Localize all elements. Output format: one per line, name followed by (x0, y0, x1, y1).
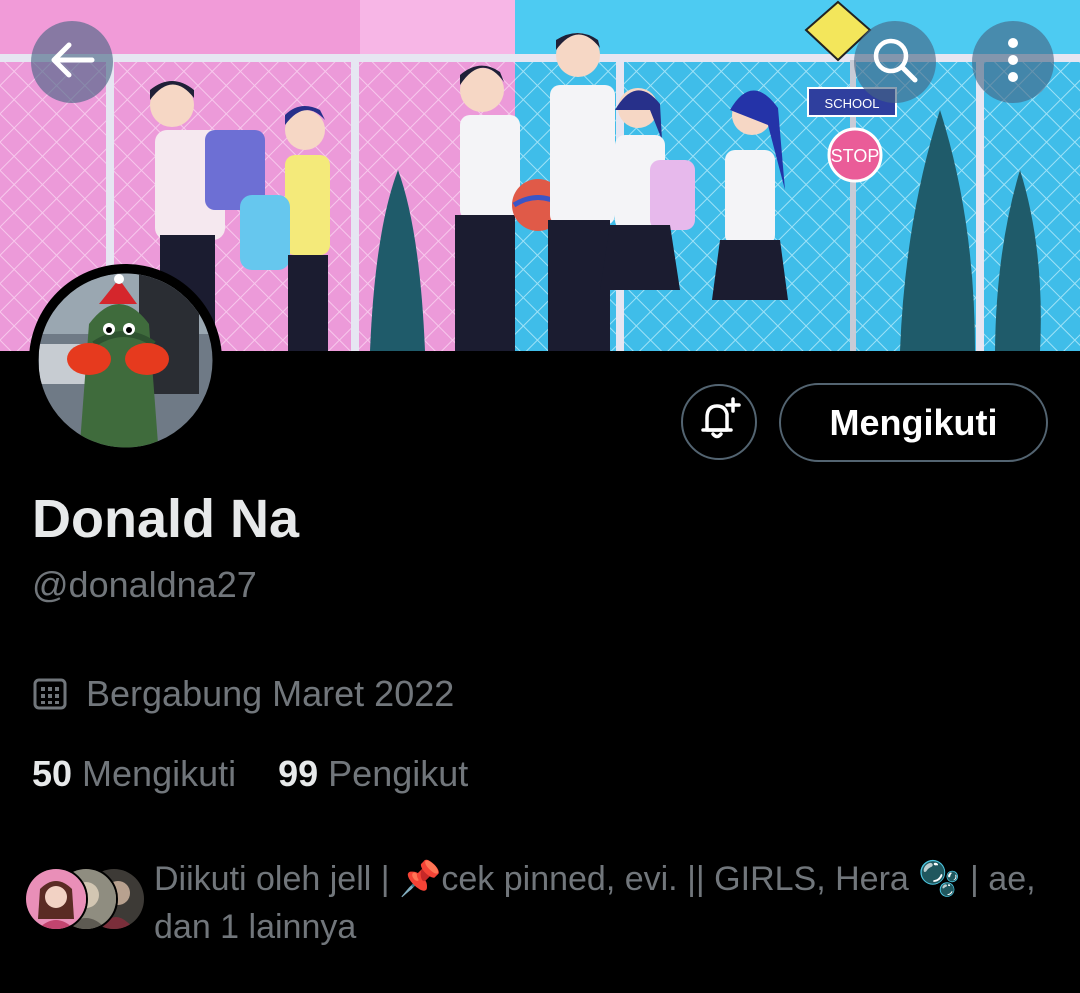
arrow-left-icon (49, 40, 95, 85)
followers-count: 99 (278, 753, 319, 794)
notifications-button[interactable] (681, 384, 757, 460)
following-count: 50 (32, 753, 73, 794)
display-name: Donald Na (32, 489, 300, 549)
back-button[interactable] (31, 21, 113, 103)
followers-label: Pengikut (328, 753, 469, 794)
profile-avatar[interactable] (29, 264, 222, 457)
following-button[interactable]: Mengikuti (779, 383, 1048, 462)
user-handle: @donaldna27 (32, 564, 257, 605)
more-vertical-icon (1006, 37, 1020, 88)
more-button[interactable] (972, 21, 1054, 103)
following-stat[interactable]: 50 Mengikuti (32, 753, 236, 795)
search-icon (870, 35, 920, 90)
joined-text: Bergabung Maret 2022 (86, 673, 455, 714)
joined-date: Bergabung Maret 2022 (32, 671, 454, 717)
follower-avatar (24, 867, 88, 931)
following-label: Mengikuti (82, 753, 237, 794)
calendar-icon (32, 676, 68, 712)
follow-stats: 50 Mengikuti 99 Pengikut (32, 753, 468, 795)
bell-plus-icon (695, 396, 743, 449)
school-sign-text: SCHOOL (825, 96, 880, 111)
followers-stat[interactable]: 99 Pengikut (278, 753, 468, 795)
followed-by-avatars[interactable] (24, 867, 146, 931)
followed-by-text[interactable]: Diikuti oleh jell | 📌cek pinned, evi. ||… (154, 855, 1054, 951)
stop-sign-text: STOP (831, 146, 880, 166)
search-button[interactable] (854, 21, 936, 103)
